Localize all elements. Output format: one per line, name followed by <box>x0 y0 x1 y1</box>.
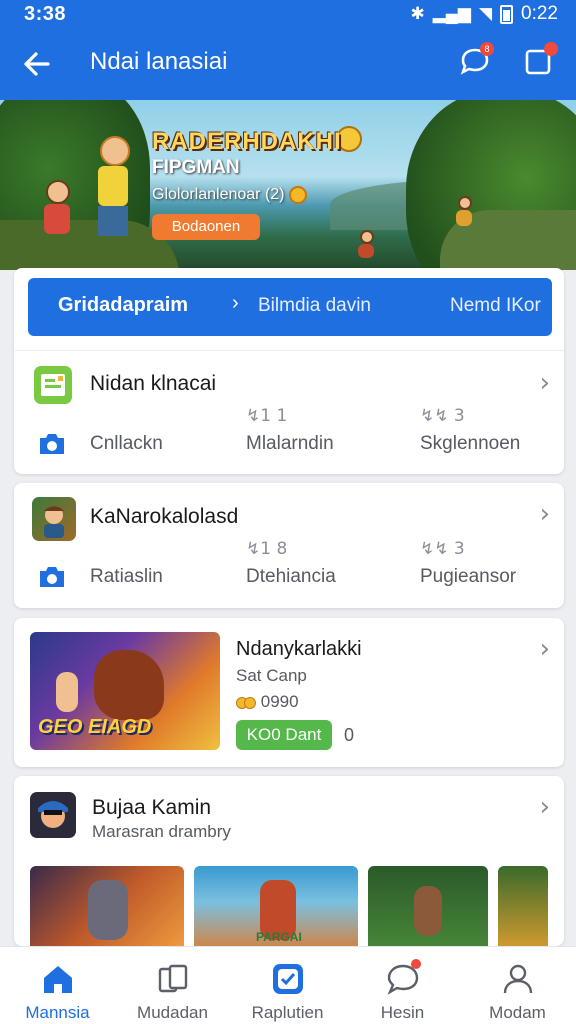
collection-subtitle: Marasran drambry <box>92 822 231 841</box>
notifications-button[interactable] <box>522 42 558 78</box>
play-count: 0 <box>344 725 355 745</box>
check-app-icon <box>273 964 303 994</box>
hero-subtitle: FIPGMAN <box>152 157 240 178</box>
chevron-right-icon[interactable]: › <box>540 792 550 822</box>
thumbnail-logo-text: PARGAI <box>256 930 302 944</box>
nav-label: Raplutien <box>251 1003 324 1022</box>
document-green-icon <box>34 366 72 404</box>
game-subtitle: Sat Canp <box>236 666 307 685</box>
thumbnail-character <box>414 886 442 936</box>
thumbnail-horse-shape <box>94 650 164 720</box>
game-thumbnail[interactable] <box>30 866 184 946</box>
nav-chat[interactable]: Hesin <box>345 947 460 1024</box>
chat-nav-badge <box>411 959 421 969</box>
featured-game-card[interactable]: GEO EIAGD Ndanykarlakki Sat Canp 0990 KO… <box>14 618 564 767</box>
stat-value-2: ↯1 1 <box>246 406 288 426</box>
bottom-navigation: Mannsia Mudadan Raplutien Hesin Modam <box>0 946 576 1024</box>
collection-title: Bujaa Kamin <box>92 796 212 819</box>
hero-character-small-2 <box>358 230 374 258</box>
game-thumbnail[interactable]: PARGAI <box>194 866 358 946</box>
home-icon <box>44 966 72 993</box>
thumbnail-character <box>88 880 128 940</box>
chat-badge: 8 <box>480 42 494 56</box>
stat-label-2: Mlalarndin <box>246 433 334 454</box>
hero-button[interactable]: Bodaonen <box>152 214 260 240</box>
page-title: Ndai lanasiai <box>90 48 228 75</box>
nav-label: Modam <box>489 1003 546 1022</box>
hero-character-small-1 <box>456 196 472 226</box>
collection-avatar-icon <box>30 792 76 838</box>
game-coins: 0990 <box>236 692 299 712</box>
signal-icon: ▂▄▆ <box>432 4 471 23</box>
thumbnail-logo-text: GEO EIAGD <box>38 716 152 738</box>
category-card: Gridadapraim › Bilmdia davin Nemd IKor N… <box>14 268 564 474</box>
game-avatar-icon <box>32 497 76 541</box>
row-title[interactable]: Nidan klnacai <box>90 372 216 396</box>
profile-icon <box>503 964 533 994</box>
game-thumbnail[interactable]: GEO EIAGD <box>30 632 220 750</box>
chevron-right-icon: › <box>232 292 239 314</box>
bluetooth-icon: ✱ <box>410 4 425 23</box>
nav-label: Mannsia <box>25 1003 90 1022</box>
back-button[interactable] <box>18 44 58 84</box>
hero-info-line: Glolorlanlenoar (2) <box>152 186 307 204</box>
stat-label-2: Dtehiancia <box>246 566 336 587</box>
tab-bar: Gridadapraim › Bilmdia davin Nemd IKor <box>28 278 552 336</box>
stat-value-3: ↯↯ 3 <box>420 406 465 426</box>
stat-label-3: Skglennoen <box>420 433 521 454</box>
chevron-right-icon[interactable]: › <box>540 634 550 664</box>
chevron-right-icon[interactable]: › <box>540 499 550 529</box>
notification-badge <box>544 42 558 56</box>
divider <box>14 350 564 351</box>
status-time: 3:38 <box>24 3 67 25</box>
app-bar: Ndai lanasiai 8 <box>0 30 576 100</box>
nav-label: Mudadan <box>137 1003 208 1022</box>
tab-1[interactable]: Gridadapraim <box>58 294 188 317</box>
back-arrow-icon <box>24 52 50 76</box>
stat-label-3: Pugieansor <box>420 566 517 587</box>
coin-icon <box>244 696 256 709</box>
nav-apps[interactable]: Raplutien <box>230 947 345 1024</box>
nav-cards[interactable]: Mudadan <box>115 947 230 1024</box>
stat-value-2: ↯1 8 <box>246 539 288 559</box>
hero-banner[interactable] <box>0 100 576 270</box>
camera-icon <box>36 430 68 458</box>
messages-button[interactable]: 8 <box>458 42 494 78</box>
collection-card: Bujaa Kamin Marasran drambry › PARGAI <box>14 776 564 946</box>
wifi-icon: ◥ <box>478 4 493 23</box>
camera-icon <box>36 563 68 591</box>
battery-icon <box>500 4 514 24</box>
game-title: Ndanykarlakki <box>236 638 362 660</box>
tab-2[interactable]: Bilmdia davin <box>258 295 371 317</box>
nav-label: Hesin <box>380 1003 425 1022</box>
hero-title: RADERHDAKHI <box>152 128 342 155</box>
tab-3[interactable]: Nemd IKor <box>450 295 541 317</box>
top-bar: 3:38 ✱ ▂▄▆ ◥ 0:22 Ndai lanasiai 8 <box>0 0 576 100</box>
status-icons: ✱ ▂▄▆ ◥ 0:22 <box>410 3 558 25</box>
game-stats-card[interactable]: KaNarokalolasd › Ratiaslin ↯1 8 Dtehianc… <box>14 483 564 608</box>
stat-value-3: ↯↯ 3 <box>420 539 465 559</box>
stat-label-1: Cnllackn <box>90 433 163 454</box>
status-right-time: 0:22 <box>521 3 558 24</box>
row-title: KaNarokalolasd <box>90 505 239 528</box>
coin-icon <box>288 186 307 204</box>
game-thumbnail[interactable] <box>498 866 548 946</box>
chevron-right-icon[interactable]: › <box>540 368 550 398</box>
thumbnail-character <box>56 672 78 712</box>
status-bar: 3:38 ✱ ▂▄▆ ◥ 0:22 <box>0 0 576 30</box>
game-thumbnail[interactable] <box>368 866 488 946</box>
nav-profile[interactable]: Modam <box>460 947 575 1024</box>
nav-home[interactable]: Mannsia <box>0 947 115 1024</box>
hero-character-main <box>98 136 130 236</box>
hero-character-kid <box>44 180 70 234</box>
play-button[interactable]: KO0 Dant <box>236 720 332 750</box>
stat-label-1: Ratiaslin <box>90 566 163 587</box>
cards-icon <box>158 964 188 993</box>
